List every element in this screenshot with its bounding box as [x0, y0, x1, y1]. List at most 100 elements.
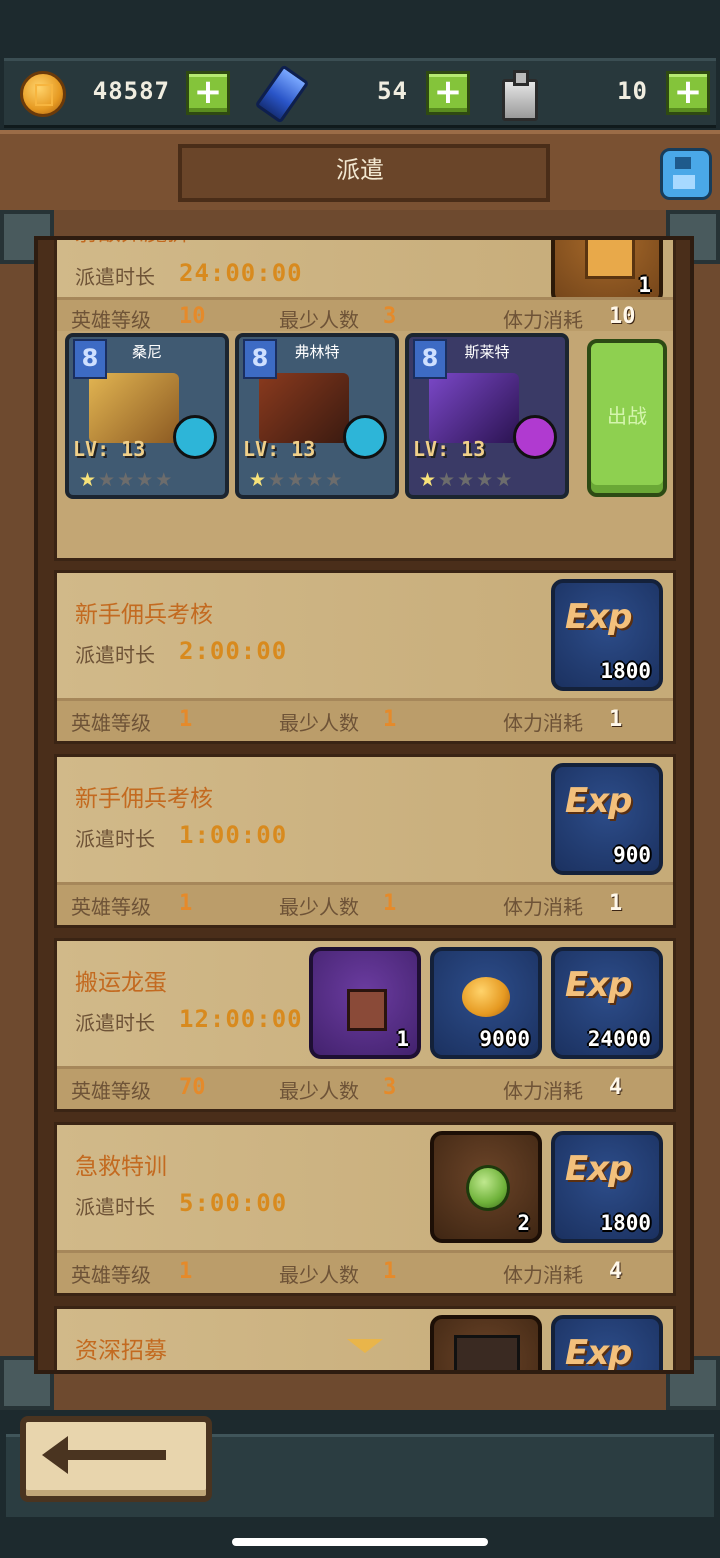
hero-slot-slate[interactable]: 8 斯莱特 LV: 13 ★★★★★	[405, 333, 569, 499]
mission-duration: 2:00:00	[179, 637, 288, 665]
hero-slot-sunny[interactable]: 8 桑尼 LV: 13 ★★★★★	[65, 333, 229, 499]
exp-icon: Exp	[565, 1149, 632, 1189]
hero-level-label: 英雄等级	[71, 895, 151, 919]
star-icon: ★	[98, 469, 118, 491]
mission-card[interactable]: 急救特训 派遣时长 5:00:00 2 Exp 1800 英雄等级 1 最少人数…	[54, 1122, 676, 1296]
mission-title: 搬运龙蛋	[75, 970, 167, 996]
min-people-value: 3	[383, 304, 397, 329]
add-stamina-button[interactable]: +	[666, 71, 710, 115]
reward-item[interactable]: Exp 1800	[551, 1131, 663, 1243]
star-icon: ★	[438, 469, 458, 491]
skill-icon	[173, 415, 217, 459]
home-indicator[interactable]	[232, 1538, 488, 1546]
stamina-cost-label: 体力消耗	[503, 1079, 583, 1103]
reward-item[interactable]: 2	[430, 1131, 542, 1243]
stamina-cost-label: 体力消耗	[503, 308, 583, 332]
hero-portrait	[89, 373, 179, 443]
bottom-bar	[0, 1410, 720, 1558]
reward-count: 900	[613, 843, 651, 867]
min-people-label: 最少人数	[279, 895, 359, 919]
mission-list-viewport[interactable]: 射敌如魔狮 派遣时长 24:00:00 1 英雄等级 10 最少人数 3 体力消…	[34, 236, 694, 1374]
duration-label: 派遣时长	[75, 643, 155, 667]
mission-card[interactable]: 资深招募 Exp	[54, 1306, 676, 1370]
gem-resource: 54 +	[254, 64, 476, 124]
star-icon: ★	[457, 469, 477, 491]
reward-count: 1800	[600, 659, 651, 683]
hero-level-value: 10	[179, 304, 206, 329]
add-gold-button[interactable]: +	[186, 71, 230, 115]
gold-value: 48587	[92, 77, 170, 105]
star-icon: ★	[136, 469, 156, 491]
back-button[interactable]	[20, 1416, 212, 1502]
mission-duration: 12:00:00	[179, 1005, 303, 1033]
reward-count: 1	[638, 273, 651, 297]
gold-coin-icon	[462, 977, 510, 1017]
reward-item[interactable]	[430, 1315, 542, 1370]
mission-stats: 英雄等级 10 最少人数 3 体力消耗 10	[57, 297, 673, 334]
skill-icon	[513, 415, 557, 459]
star-icon: ★	[79, 469, 99, 491]
stamina-cost-label: 体力消耗	[503, 711, 583, 735]
stamina-value: 10	[617, 77, 648, 105]
min-people-value: 1	[383, 707, 397, 732]
mission-duration: 24:00:00	[179, 259, 303, 287]
gold-coin-icon	[20, 71, 66, 117]
green-potion-icon	[466, 1165, 510, 1211]
reward-count: 1800	[600, 1211, 651, 1235]
blue-gem-icon	[254, 64, 310, 124]
star-icon: ★	[495, 469, 515, 491]
mission-stats: 英雄等级 1 最少人数 1 体力消耗 1	[57, 698, 673, 741]
mission-stats: 英雄等级 1 最少人数 1 体力消耗 4	[57, 1250, 673, 1293]
mission-title: 急救特训	[75, 1154, 167, 1180]
hero-name: 斯莱特	[464, 343, 510, 361]
hero-level-label: 英雄等级	[71, 1263, 151, 1287]
scroll-icon	[585, 240, 635, 279]
star-icon: ★	[325, 469, 345, 491]
hero-portrait	[259, 373, 349, 443]
reward-item[interactable]: Exp 24000	[551, 947, 663, 1059]
add-gem-button[interactable]: +	[426, 71, 470, 115]
resource-bar: 48587 + 54 + 10 +	[4, 58, 716, 128]
stamina-resource: 10 +	[494, 70, 714, 121]
dispatch-button[interactable]: 出战	[587, 339, 667, 497]
duration-label: 派遣时长	[75, 1011, 155, 1035]
mission-stats: 英雄等级 70 最少人数 3 体力消耗 4	[57, 1066, 673, 1109]
hero-level: LV: 13	[73, 437, 146, 461]
mission-stats: 英雄等级 1 最少人数 1 体力消耗 1	[57, 882, 673, 925]
reward-item[interactable]: 1	[309, 947, 421, 1059]
hero-level-value: 1	[179, 707, 193, 732]
skill-icon	[343, 415, 387, 459]
top-status-bar: 48587 + 54 + 10 +	[0, 0, 720, 130]
duration-label: 派遣时长	[75, 827, 155, 851]
mission-card[interactable]: 搬运龙蛋 派遣时长 12:00:00 1 9000 Exp 24000 英雄等级	[54, 938, 676, 1112]
reward-item[interactable]: Exp 900	[551, 763, 663, 875]
reward-item[interactable]: 1	[551, 240, 663, 305]
mission-title: 新手佣兵考核	[75, 786, 213, 812]
hero-slot-flint[interactable]: 8 弗林特 LV: 13 ★★★★★	[235, 333, 399, 499]
min-people-label: 最少人数	[279, 1079, 359, 1103]
hero-level: LV: 13	[413, 437, 486, 461]
min-people-label: 最少人数	[279, 1263, 359, 1287]
star-icon: ★	[268, 469, 288, 491]
mission-card[interactable]: 新手佣兵考核 派遣时长 1:00:00 Exp 900 英雄等级 1 最少人数 …	[54, 754, 676, 928]
star-icon: ★	[155, 469, 175, 491]
reward-item[interactable]: 9000	[430, 947, 542, 1059]
star-icon: ★	[419, 469, 439, 491]
chevron-down-icon	[347, 1339, 383, 1353]
hero-level-value: 1	[179, 1259, 193, 1284]
hero-portrait	[429, 373, 519, 443]
floppy-disk-icon[interactable]	[660, 148, 712, 200]
duration-label: 派遣时长	[75, 265, 155, 289]
mission-card[interactable]: 射敌如魔狮 派遣时长 24:00:00 1 英雄等级 10 最少人数 3 体力消…	[54, 240, 676, 561]
reward-item[interactable]: Exp	[551, 1315, 663, 1370]
mission-card[interactable]: 新手佣兵考核 派遣时长 2:00:00 Exp 1800 英雄等级 1 最少人数…	[54, 570, 676, 744]
reward-item[interactable]: Exp 1800	[551, 579, 663, 691]
min-people-value: 1	[383, 891, 397, 916]
star-icon: ★	[249, 469, 269, 491]
page-header: 派遣	[0, 130, 720, 214]
stamina-cost-value: 1	[609, 707, 623, 732]
mission-title: 资深招募	[75, 1338, 167, 1364]
reward-count: 24000	[587, 1027, 651, 1051]
hero-stars: ★★★★★	[249, 469, 344, 491]
sword-icon	[347, 989, 387, 1031]
